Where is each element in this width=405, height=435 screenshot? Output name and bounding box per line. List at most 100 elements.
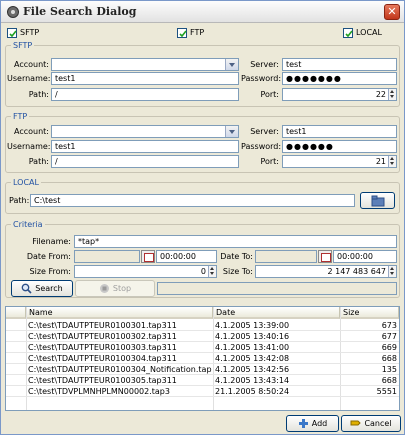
ftp-port-spinner[interactable]: 21 — [282, 155, 397, 168]
add-button[interactable]: Add — [286, 415, 339, 432]
sftp-server-label: Server: — [250, 60, 279, 69]
table-row[interactable]: C:\test\TDAUTPTEUR0100303.tap311 4.1.2005… — [6, 342, 399, 353]
cell-date: 21.1.2005 8:50:24 — [215, 387, 290, 396]
spinner-arrows-icon[interactable] — [208, 266, 216, 277]
local-group-title: LOCAL — [11, 178, 41, 188]
close-button[interactable]: ✕ — [384, 4, 400, 20]
window-title: File Search Dialog — [23, 5, 137, 18]
sftp-password-field[interactable]: ●●●●●●● — [282, 72, 397, 85]
cell-name: C:\test\TDAUTPTEUR0100301.tap311 — [28, 321, 177, 330]
sftp-username-label: Username: — [7, 74, 51, 83]
size-from-label: Size From: — [29, 267, 71, 276]
folder-icon — [371, 195, 384, 207]
column-header-size[interactable]: Size — [340, 307, 399, 319]
cell-date: 4.1.2005 13:42:08 — [215, 354, 290, 363]
browse-button[interactable] — [360, 192, 395, 209]
filename-field[interactable]: *tap* — [74, 235, 397, 248]
table-row[interactable]: C:\test\TDAUTPTEUR0100304_Notification.t… — [6, 364, 399, 375]
cell-name: C:\test\TDAUTPTEUR0100305.tap311 — [28, 376, 177, 385]
sftp-port-spinner[interactable]: 22 — [282, 88, 397, 101]
file-search-dialog: File Search Dialog ✕ SFTP FTP LOCAL SFTP… — [0, 0, 405, 435]
ftp-account-combo[interactable] — [51, 125, 239, 138]
sftp-account-label: Account: — [14, 60, 49, 69]
sftp-group-title: SFTP — [11, 41, 35, 51]
sftp-server-field[interactable]: test — [282, 58, 397, 71]
time-from-field[interactable]: 00:00:00 — [156, 250, 217, 263]
date-to-label: Date To: — [220, 252, 253, 261]
cancel-button-label: Cancel — [364, 419, 392, 428]
time-to-field[interactable]: 00:00:00 — [333, 250, 397, 263]
column-header-name[interactable]: Name — [26, 307, 213, 319]
sftp-port-label: Port: — [260, 90, 279, 99]
sftp-password-label: Password: — [241, 74, 282, 83]
ftp-password-field[interactable]: ●●●●●● — [282, 140, 397, 153]
cell-name: C:\test\TDVPLMNHPLMN00002.tap3 — [28, 387, 170, 396]
checkmark-icon — [9, 30, 17, 38]
ftp-username-label: Username: — [7, 142, 51, 151]
ftp-path-field[interactable]: / — [51, 155, 239, 168]
date-to-field[interactable] — [255, 250, 317, 263]
table-row[interactable]: C:\test\TDAUTPTEUR0100302.tap311 4.1.2005… — [6, 331, 399, 342]
ftp-group-title: FTP — [11, 112, 30, 122]
size-from-spinner[interactable]: 0 — [74, 265, 217, 278]
search-icon — [21, 283, 32, 294]
sftp-path-field[interactable]: / — [51, 88, 239, 101]
app-icon — [7, 6, 19, 18]
chevron-down-icon[interactable] — [225, 59, 238, 70]
ftp-port-value: 21 — [375, 157, 386, 166]
filename-label: Filename: — [32, 237, 71, 246]
row-header-column — [6, 307, 26, 319]
table-row[interactable]: C:\test\TDAUTPTEUR0100305.tap311 4.1.2005… — [6, 375, 399, 386]
ftp-server-field[interactable]: test1 — [282, 125, 397, 138]
title-bar: File Search Dialog ✕ — [1, 1, 404, 23]
cell-date: 4.1.2005 13:40:16 — [215, 332, 290, 341]
local-checkbox-label: LOCAL — [356, 28, 382, 37]
cell-name: C:\test\TDAUTPTEUR0100304_Notification.t… — [28, 365, 212, 374]
table-row[interactable]: C:\test\TDAUTPTEUR0100304.tap311 4.1.2005… — [6, 353, 399, 364]
sftp-checkbox[interactable] — [7, 28, 17, 38]
results-table[interactable]: Name Date Size C:\test\TDAUTPTEUR0100301… — [5, 306, 400, 411]
sftp-checkbox-label: SFTP — [20, 28, 40, 37]
cell-name: C:\test\TDAUTPTEUR0100302.tap311 — [28, 332, 177, 341]
ftp-password-label: Password: — [241, 142, 282, 151]
stop-icon — [99, 284, 109, 293]
ftp-username-field[interactable]: test1 — [51, 140, 239, 153]
date-from-field[interactable] — [74, 250, 140, 263]
cell-size: 668 — [381, 354, 397, 363]
table-row[interactable]: C:\test\TDVPLMNHPLMN00002.tap3 21.1.2005 … — [6, 386, 399, 397]
spinner-arrows-icon[interactable] — [388, 156, 396, 167]
size-to-label: Size To: — [222, 267, 253, 276]
spinner-arrows-icon[interactable] — [388, 266, 396, 277]
chevron-down-icon[interactable] — [225, 126, 238, 137]
cell-size: 5551 — [376, 387, 397, 396]
cell-date: 4.1.2005 13:39:00 — [215, 321, 290, 330]
add-icon — [298, 419, 308, 428]
local-path-label: Path: — [9, 196, 30, 205]
size-to-spinner[interactable]: 2 147 483 647 — [255, 265, 397, 278]
sftp-account-combo[interactable] — [51, 58, 239, 71]
local-checkbox[interactable] — [343, 28, 353, 38]
ftp-checkbox[interactable] — [177, 28, 187, 38]
ftp-account-label: Account: — [14, 127, 49, 136]
cancel-icon — [350, 420, 362, 426]
date-from-label: Date From: — [26, 252, 71, 261]
table-row[interactable]: C:\test\TDAUTPTEUR0100301.tap311 4.1.2005… — [6, 320, 399, 331]
column-header-date[interactable]: Date — [213, 307, 340, 319]
checkmark-icon — [345, 30, 353, 38]
cell-name: C:\test\TDAUTPTEUR0100304.tap311 — [28, 354, 177, 363]
stop-button[interactable]: Stop — [75, 280, 155, 297]
spinner-arrows-icon[interactable] — [388, 89, 396, 100]
cell-date: 4.1.2005 13:42:56 — [215, 365, 290, 374]
search-button[interactable]: Search — [11, 280, 73, 297]
cell-date: 4.1.2005 13:41:00 — [215, 343, 290, 352]
cancel-button[interactable]: Cancel — [341, 415, 401, 432]
cell-date: 4.1.2005 13:43:14 — [215, 376, 290, 385]
size-from-value: 0 — [200, 267, 206, 276]
sftp-username-field[interactable]: test1 — [51, 72, 239, 85]
calendar-icon[interactable] — [141, 250, 155, 263]
calendar-icon[interactable] — [318, 250, 332, 263]
ftp-path-label: Path: — [28, 157, 49, 166]
sftp-path-label: Path: — [28, 90, 49, 99]
local-path-field[interactable]: C:\test — [30, 194, 355, 207]
checkmark-icon — [179, 30, 187, 38]
